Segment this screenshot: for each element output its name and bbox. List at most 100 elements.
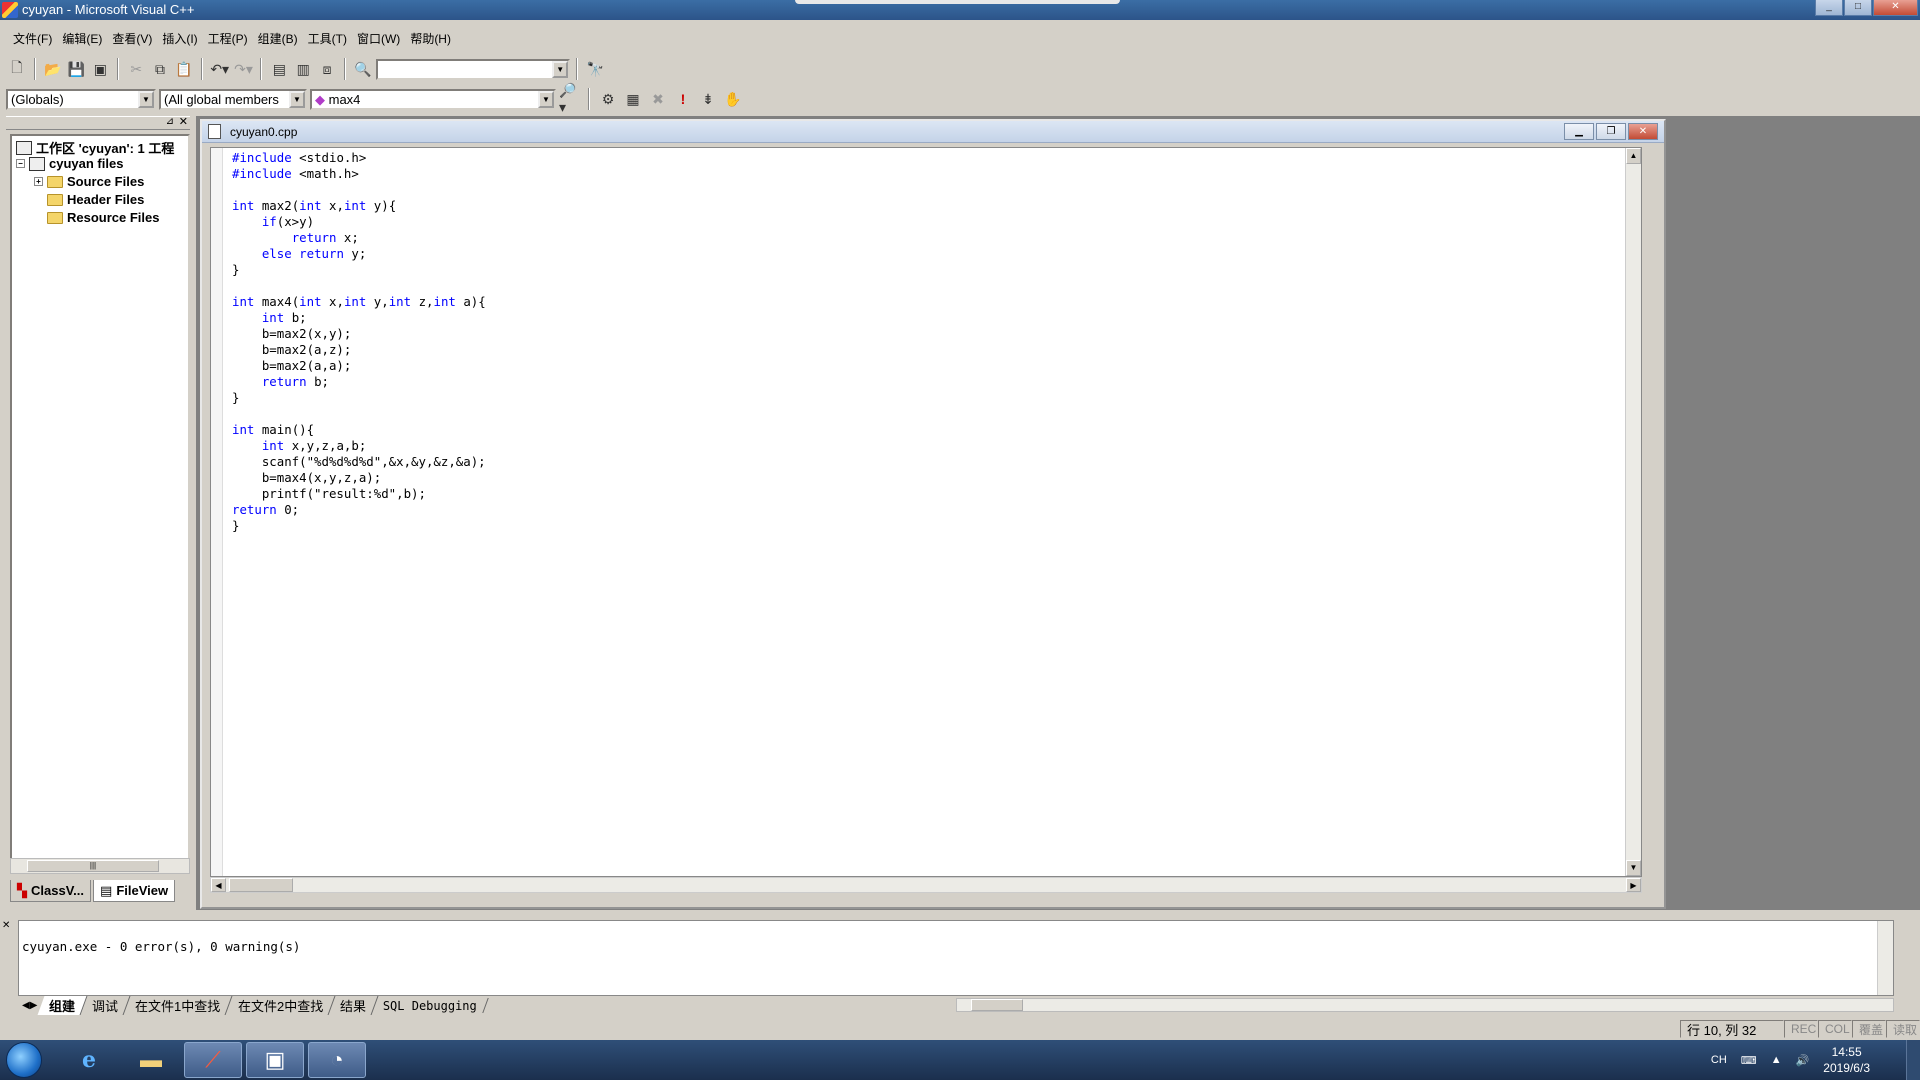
selection-margin[interactable] [211, 148, 223, 876]
menu-tools[interactable]: 工具(T) [303, 30, 352, 47]
show-hidden-icons-icon[interactable]: ▲ [1771, 1054, 1782, 1066]
editor-hscrollbar[interactable]: ◀ ▶ [210, 877, 1642, 893]
code-line[interactable]: int main(){ [232, 422, 486, 438]
editor-minimize-button[interactable]: ▁ [1564, 123, 1594, 140]
code-editor[interactable]: #include <stdio.h> #include <math.h> int … [210, 147, 1642, 877]
pin-icon[interactable]: ⊿ [166, 116, 174, 127]
tab-classview[interactable]: ▚ ClassV... [10, 880, 92, 902]
workspace-root[interactable]: 工作区 'cyuyan': 1 工程 [16, 138, 174, 157]
volume-icon[interactable]: 🔊 [1796, 1054, 1810, 1067]
tab-find2[interactable]: 在文件2中查找 [226, 995, 336, 1015]
tree-folder-resource[interactable]: Resource Files [47, 210, 160, 225]
members-combo[interactable]: (All global members ▼ [159, 88, 307, 110]
build-icon[interactable]: ▦ [622, 88, 644, 110]
menu-view[interactable]: 查看(V) [107, 30, 157, 47]
menu-build[interactable]: 组建(B) [253, 30, 303, 47]
code-line[interactable]: return 0; [232, 502, 486, 518]
window-list-icon[interactable]: ⧈ [316, 58, 338, 80]
save-icon[interactable]: 💾 [66, 58, 88, 80]
code-line[interactable] [232, 406, 486, 422]
wizard-action-icon[interactable]: 🔎▾ [559, 82, 581, 115]
undo-icon[interactable]: ↶▾ [209, 58, 231, 80]
show-desktop-button[interactable] [1906, 1040, 1920, 1080]
visual-cpp-app-icon[interactable] [2, 2, 18, 18]
output-grip[interactable]: ✕ [2, 920, 16, 1010]
compile-icon[interactable]: ⚙ [597, 88, 619, 110]
output-toggle-icon[interactable]: ▥ [292, 58, 314, 80]
new-file-icon[interactable]: 🗋 [6, 58, 28, 80]
ie-taskbar-button[interactable]: e [60, 1042, 118, 1078]
minimize-button[interactable]: _ [1815, 0, 1843, 16]
editor-restore-button[interactable]: ❐ [1596, 123, 1626, 140]
collapse-icon[interactable]: − [16, 159, 25, 168]
start-button[interactable] [6, 1042, 42, 1078]
breakpoint-hand-icon[interactable]: ✋ [722, 88, 744, 110]
menu-project[interactable]: 工程(P) [203, 30, 253, 47]
language-indicator[interactable]: CH [1711, 1054, 1727, 1066]
code-line[interactable]: printf("result:%d",b); [232, 486, 486, 502]
code-line[interactable]: return b; [232, 374, 486, 390]
tab-results[interactable]: 结果 [328, 995, 379, 1015]
menu-edit[interactable]: 编辑(E) [57, 30, 107, 47]
code-line[interactable] [232, 182, 486, 198]
clock[interactable]: 14:55 2019/6/3 [1823, 1044, 1870, 1076]
workspace-hscrollbar[interactable]: ||| [10, 858, 190, 874]
editor-title-bar[interactable]: cyuyan0.cpp ▁ ❐ ✕ [202, 121, 1664, 143]
menu-window[interactable]: 窗口(W) [352, 30, 405, 47]
vcpp-taskbar-button[interactable]: ⟋ [184, 1042, 242, 1078]
copy-icon[interactable]: ⧉ [149, 58, 171, 80]
redo-icon[interactable]: ↷▾ [233, 58, 255, 80]
find-combo[interactable]: ▼ [375, 58, 571, 80]
code-line[interactable]: b=max4(x,y,z,a); [232, 470, 486, 486]
code-line[interactable]: } [232, 518, 486, 534]
scroll-thumb[interactable] [229, 878, 293, 892]
tab-fileview[interactable]: ▤ FileView [93, 880, 176, 902]
paint-taskbar-button[interactable]: ◔ [308, 1042, 366, 1078]
code-line[interactable]: } [232, 262, 486, 278]
window-taskbar-button[interactable]: ▣ [246, 1042, 304, 1078]
code-line[interactable]: #include <stdio.h> [232, 150, 486, 166]
menu-help[interactable]: 帮助(H) [405, 30, 456, 47]
find-binoculars-icon[interactable]: 🔭 [584, 58, 606, 80]
cut-icon[interactable]: ✂ [125, 58, 147, 80]
code-line[interactable]: else return y; [232, 246, 486, 262]
close-button[interactable]: ✕ [1873, 0, 1918, 16]
scroll-up-icon[interactable]: ▲ [1626, 148, 1641, 164]
editor-vscrollbar[interactable]: ▲ ▼ [1625, 148, 1641, 876]
menu-insert[interactable]: 插入(I) [157, 30, 202, 47]
close-icon[interactable]: ✕ [179, 115, 188, 128]
code-line[interactable]: scanf("%d%d%d%d",&x,&y,&z,&a); [232, 454, 486, 470]
scroll-down-icon[interactable]: ▼ [1626, 860, 1641, 876]
save-all-icon[interactable]: ▣ [89, 58, 111, 80]
go-icon[interactable]: ⇟ [697, 88, 719, 110]
output-vscrollbar[interactable] [1877, 921, 1893, 995]
editor-close-button[interactable]: ✕ [1628, 123, 1658, 140]
code-line[interactable]: if(x>y) [232, 214, 486, 230]
maximize-button[interactable]: □ [1844, 0, 1872, 16]
find-in-files-icon[interactable]: 🔍 [352, 58, 374, 80]
output-window[interactable]: cyuyan.exe - 0 error(s), 0 warning(s) [18, 920, 1894, 996]
code-line[interactable]: b=max2(a,a); [232, 358, 486, 374]
tab-scroll-arrows-icon[interactable]: ◀▶ [18, 1000, 41, 1011]
code-line[interactable]: int b; [232, 310, 486, 326]
scroll-left-icon[interactable]: ◀ [211, 878, 226, 892]
code-line[interactable]: return x; [232, 230, 486, 246]
open-folder-icon[interactable]: 📂 [42, 58, 64, 80]
scope-combo[interactable]: (Globals) ▼ [6, 88, 156, 110]
output-hscrollbar[interactable] [956, 998, 1894, 1012]
code-line[interactable]: b=max2(x,y); [232, 326, 486, 342]
close-icon[interactable]: ✕ [2, 920, 16, 931]
menu-file[interactable]: 文件(F) [8, 30, 57, 47]
tab-sql-debugging[interactable]: SQL Debugging [372, 997, 489, 1013]
scroll-thumb[interactable]: ||| [27, 860, 159, 872]
chevron-down-icon[interactable]: ▼ [552, 60, 569, 78]
tab-build[interactable]: 组建 [37, 995, 88, 1015]
scroll-thumb[interactable] [971, 999, 1023, 1011]
code-line[interactable]: b=max2(a,z); [232, 342, 486, 358]
source-code[interactable]: #include <stdio.h> #include <math.h> int … [232, 150, 486, 534]
keyboard-icon[interactable]: ⌨ [1741, 1054, 1757, 1067]
project-node[interactable]: − cyuyan files [16, 156, 123, 171]
execute-icon[interactable]: ! [672, 88, 694, 110]
chevron-down-icon[interactable]: ▼ [289, 90, 305, 108]
explorer-taskbar-button[interactable]: ▬ [122, 1042, 180, 1078]
